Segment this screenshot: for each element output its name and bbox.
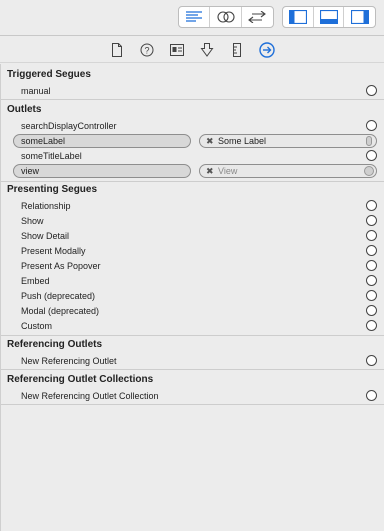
triggered-segue-manual: manual [21,86,51,96]
new-referencing-outlet: New Referencing Outlet [21,356,117,366]
connection-circle-embed[interactable] [366,275,377,286]
debug-area-toggle-icon [319,10,338,24]
segue-custom: Custom [21,321,53,331]
connection-circle-new-referencing-outlet-collection[interactable] [366,390,377,401]
attributes-inspector-icon [200,43,214,57]
connection-circle-custom[interactable] [366,320,377,331]
connection-circle-present-as-popover[interactable] [366,260,377,271]
assistant-editor-icon [216,11,235,23]
navigator-toggle-icon [288,10,307,24]
segue-modal-deprecated: Modal (deprecated) [21,306,100,316]
section-title-presenting-segues: Presenting Segues [7,184,98,195]
editor-mode-segmented-control [178,6,274,28]
view-toggle-segmented-control [282,6,376,28]
connection-circle-relationship[interactable] [366,200,377,211]
segue-push-deprecated: Push (deprecated) [21,291,96,301]
connections-inspector-icon [259,42,275,58]
segue-relationship: Relationship [21,201,71,211]
outlet-some-label[interactable]: someLabel [13,134,191,148]
connections-inspector-tab[interactable] [258,41,276,59]
outlet-some-label-connection[interactable]: ✖ Some Label [199,134,377,148]
navigator-toggle-button[interactable] [283,7,314,27]
connection-circle-show-detail[interactable] [366,230,377,241]
outlet-some-label-target: Some Label [218,136,267,146]
identity-inspector-tab[interactable] [168,41,186,59]
outlet-view[interactable]: view [13,164,191,178]
outlet-search-display-controller: searchDisplayController [21,121,117,131]
standard-editor-button[interactable] [179,7,211,27]
section-title-referencing-outlet-collections: Referencing Outlet Collections [7,374,154,385]
divider [1,99,384,100]
svg-text:?: ? [144,46,149,56]
disconnect-icon[interactable]: ✖ [206,135,214,147]
size-inspector-tab[interactable] [228,41,246,59]
divider [1,335,384,336]
quick-help-icon: ? [140,43,154,57]
inspector-tab-bar: ? [0,37,384,63]
version-editor-icon [248,11,267,23]
disconnect-icon[interactable]: ✖ [206,165,214,177]
standard-editor-icon [186,11,203,22]
segue-present-as-popover: Present As Popover [21,261,101,271]
debug-area-toggle-button[interactable] [314,7,345,27]
size-inspector-icon [233,43,241,57]
toolbar [0,0,384,36]
connection-circle-show[interactable] [366,215,377,226]
divider [1,404,384,405]
identity-inspector-icon [170,44,184,56]
outlet-view-connection[interactable]: ✖ View [199,164,377,178]
outlet-some-title-label: someTitleLabel [21,151,82,161]
utilities-toggle-button[interactable] [344,7,375,27]
segue-show: Show [21,216,44,226]
connection-circle-manual[interactable] [366,85,377,96]
outlet-view-target: View [218,166,238,176]
utilities-toggle-icon [350,10,369,24]
quick-help-tab[interactable]: ? [138,41,156,59]
connections-inspector-content: Triggered Segues manual Outlets searchDi… [0,64,384,531]
version-editor-button[interactable] [242,7,273,27]
divider [1,181,384,182]
connection-end-icon [366,136,372,146]
assistant-editor-button[interactable] [210,7,242,27]
segue-embed: Embed [21,276,50,286]
connection-circle-some-title-label[interactable] [366,150,377,161]
file-inspector-icon [112,43,122,57]
section-title-triggered-segues: Triggered Segues [7,69,91,80]
segue-show-detail: Show Detail [21,231,70,241]
connection-circle-search-display[interactable] [366,120,377,131]
connection-circle-modal[interactable] [366,305,377,316]
connection-circle-new-referencing-outlet[interactable] [366,355,377,366]
connection-circle-present-modally[interactable] [366,245,377,256]
section-title-outlets: Outlets [7,104,42,115]
file-inspector-tab[interactable] [108,41,126,59]
segue-present-modally: Present Modally [21,246,86,256]
section-title-referencing-outlets: Referencing Outlets [7,339,103,350]
attributes-inspector-tab[interactable] [198,41,216,59]
connection-end-icon [364,166,374,176]
connection-circle-push[interactable] [366,290,377,301]
new-referencing-outlet-collection: New Referencing Outlet Collection [21,391,159,401]
divider [1,369,384,370]
